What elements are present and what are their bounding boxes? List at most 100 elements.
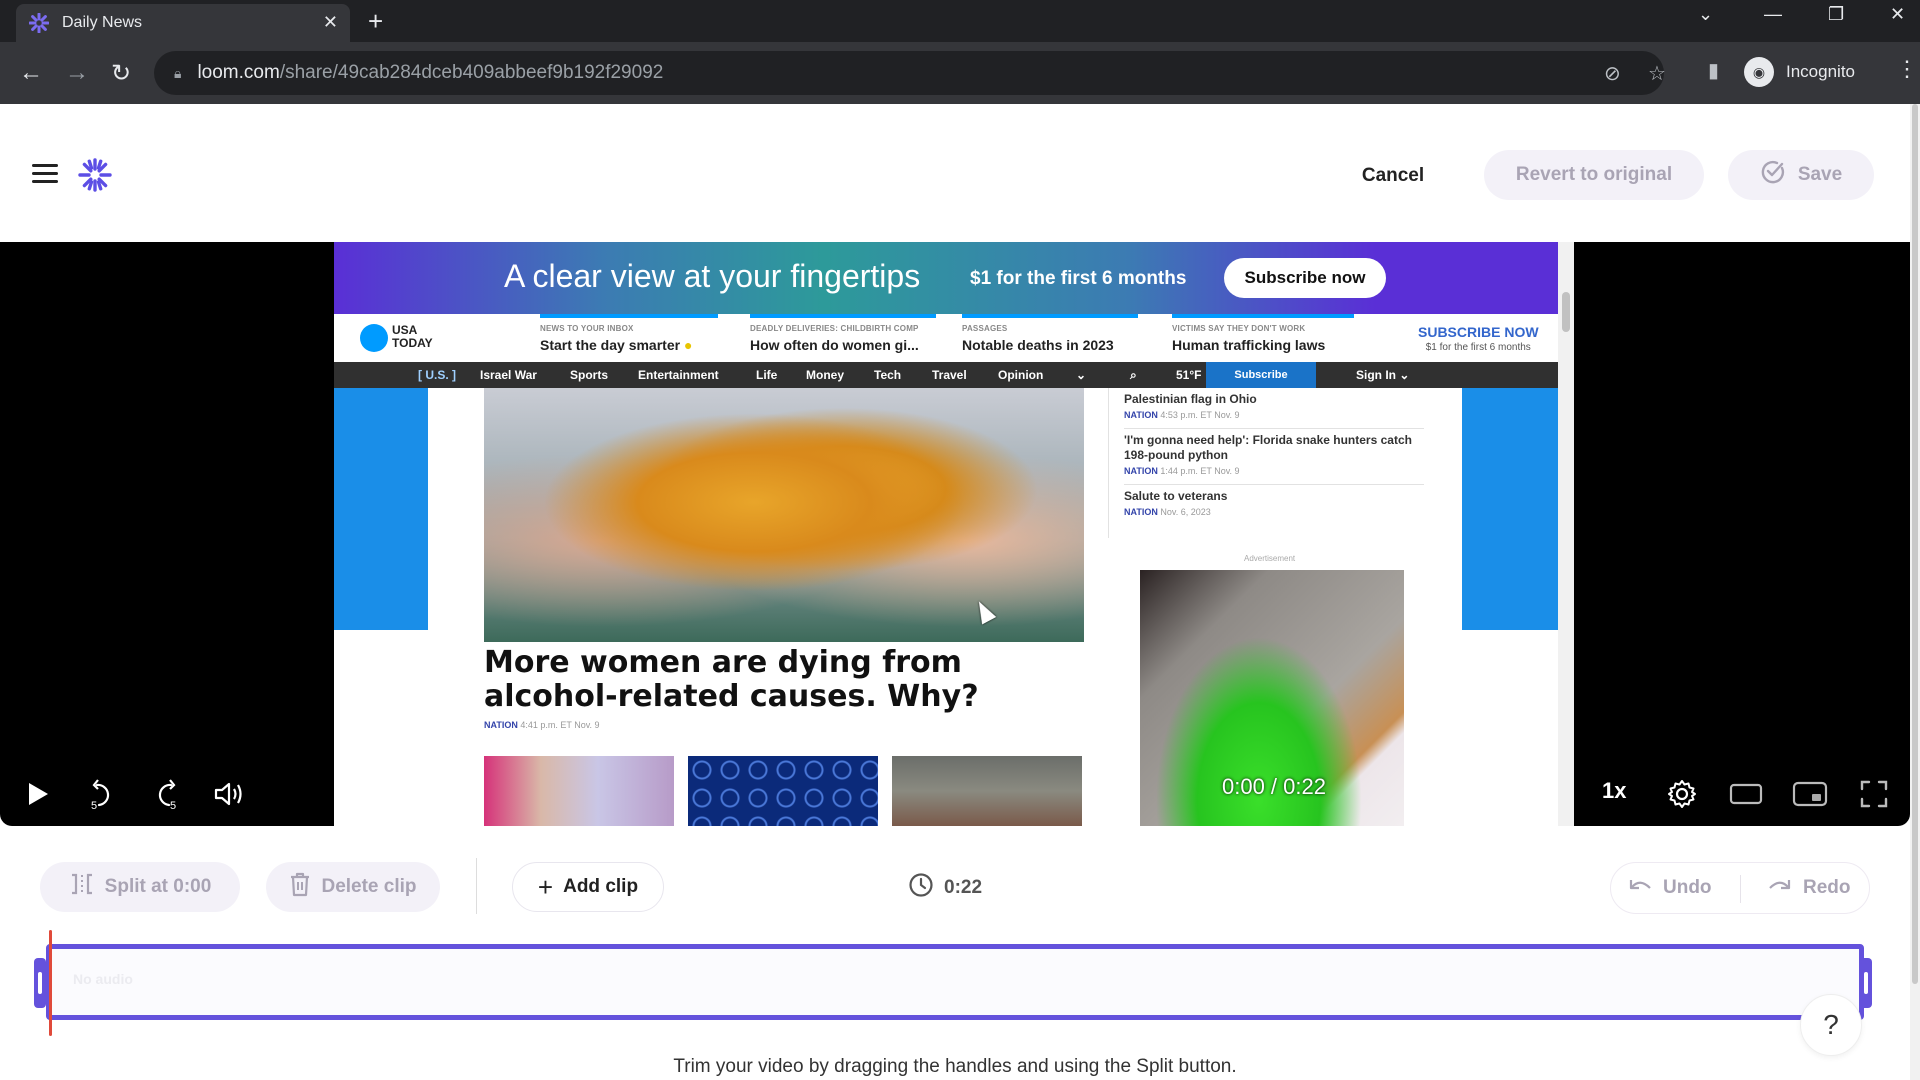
- thumbnail: [892, 756, 1082, 826]
- back-arrow-icon[interactable]: ←: [14, 56, 48, 90]
- news-nav: [ U.S. ] Israel War Sports Entertainment…: [334, 362, 1558, 388]
- divider: [1740, 875, 1741, 903]
- play-icon[interactable]: [16, 772, 60, 816]
- hamburger-menu-icon[interactable]: [32, 164, 58, 184]
- close-tab-icon[interactable]: ✕: [323, 12, 338, 33]
- incognito-label: Incognito: [1786, 62, 1855, 81]
- minimize-icon[interactable]: —: [1764, 4, 1782, 25]
- reload-icon[interactable]: ↻: [104, 56, 138, 90]
- redo-button[interactable]: Redo: [1767, 863, 1851, 913]
- timeline-clip[interactable]: No audio: [46, 944, 1864, 1020]
- undo-icon: [1627, 876, 1653, 900]
- redo-label: Redo: [1803, 877, 1851, 898]
- kebab-menu-icon[interactable]: ⋮: [1896, 56, 1918, 82]
- ad-rail-left: [334, 388, 428, 630]
- theater-mode-icon[interactable]: [1724, 772, 1768, 816]
- article-byline: NATION 4:41 p.m. ET Nov. 9: [484, 720, 600, 730]
- incognito-icon: ◉: [1744, 57, 1774, 87]
- address-bar[interactable]: 🔒︎ loom.com/share/49cab284dceb409abbeef9…: [154, 51, 1666, 95]
- revert-to-original-button[interactable]: Revert to original: [1484, 150, 1704, 200]
- rewind-5-icon[interactable]: 5: [80, 772, 124, 816]
- picture-in-picture-icon[interactable]: [1788, 772, 1832, 816]
- add-clip-button[interactable]: + Add clip: [512, 862, 664, 912]
- svg-text:5: 5: [91, 800, 97, 811]
- usa-today-wordmark: USA TODAY: [392, 323, 433, 350]
- browser-tab-bar: Daily News ✕ + ⌄ — ❐ ✕: [0, 0, 1920, 42]
- incognito-badge[interactable]: ◉ Incognito: [1744, 52, 1904, 92]
- news-signin: Sign In ⌄: [1356, 368, 1410, 382]
- masthead-item: DEADLY DELIVERIES: CHILDBIRTH COMP How o…: [750, 314, 936, 353]
- lock-icon: 🔒︎: [174, 64, 182, 81]
- news-nav-item: Opinion: [998, 368, 1044, 382]
- restore-icon[interactable]: ❐: [1828, 4, 1844, 25]
- fullscreen-icon[interactable]: [1852, 772, 1896, 816]
- trim-start-handle[interactable]: [34, 958, 46, 1008]
- side-story: Palestinian flag in Ohio NATION 4:53 p.m…: [1124, 388, 1424, 429]
- plus-icon: +: [537, 871, 554, 902]
- news-nav-item: [ U.S. ]: [418, 368, 456, 382]
- browser-toolbar: ← → ↻ 🔒︎ loom.com/share/49cab284dceb409a…: [0, 42, 1920, 104]
- split-button[interactable]: Split at 0:00: [40, 862, 240, 912]
- volume-icon[interactable]: [208, 772, 252, 816]
- news-chevron-icon: ⌄: [1076, 368, 1087, 382]
- forward-5-icon[interactable]: 5: [144, 772, 188, 816]
- trash-icon: [289, 871, 311, 903]
- split-icon: [69, 872, 95, 902]
- sun-icon: ●: [683, 337, 693, 353]
- ad-label: Advertisement: [1244, 554, 1296, 563]
- news-nav-item: Travel: [932, 368, 967, 382]
- masthead-item: VICTIMS SAY THEY DON'T WORK Human traffi…: [1172, 314, 1354, 353]
- page-scrollbar: [1558, 242, 1574, 826]
- forward-arrow-icon[interactable]: →: [60, 56, 94, 90]
- duration-value: 0:22: [944, 877, 983, 898]
- side-stories: Palestinian flag in Ohio NATION 4:53 p.m…: [1124, 388, 1424, 525]
- split-label: Split at 0:00: [104, 876, 212, 897]
- eye-off-icon[interactable]: ⊘: [1604, 61, 1621, 86]
- page-scrollbar[interactable]: [1910, 104, 1920, 1080]
- masthead-item: PASSAGES Notable deaths in 2023: [962, 314, 1138, 353]
- browser-tab[interactable]: Daily News ✕: [16, 4, 350, 42]
- video-frame: A clear view at your fingertips $1 for t…: [334, 242, 1574, 826]
- news-weather: 51°F: [1176, 368, 1202, 382]
- redo-icon: [1767, 876, 1793, 900]
- undo-label: Undo: [1663, 877, 1712, 898]
- ad-rail-right: [1462, 388, 1558, 630]
- cancel-button[interactable]: Cancel: [1338, 154, 1448, 198]
- save-button[interactable]: Save: [1728, 150, 1874, 200]
- window-close-icon[interactable]: ✕: [1890, 4, 1905, 25]
- trim-end-handle[interactable]: [1860, 958, 1872, 1008]
- article-headline: More women are dying from alcohol-relate…: [484, 645, 979, 714]
- usa-today-logo-icon: [360, 324, 388, 352]
- news-nav-item: Life: [756, 368, 778, 382]
- tab-search-icon[interactable]: ⌄: [1698, 4, 1713, 25]
- svg-text:5: 5: [170, 800, 176, 811]
- news-nav-item: Sports: [570, 368, 609, 382]
- promo-headline: A clear view at your fingertips: [504, 258, 921, 294]
- undo-button[interactable]: Undo: [1627, 863, 1712, 913]
- delete-clip-label: Delete clip: [321, 876, 417, 897]
- thumbnail: [688, 756, 878, 826]
- playhead[interactable]: [49, 930, 52, 1036]
- settings-gear-icon[interactable]: [1660, 772, 1704, 816]
- masthead-item: NEWS TO YOUR INBOX Start the day smarter…: [540, 314, 718, 353]
- video-player[interactable]: A clear view at your fingertips $1 for t…: [0, 242, 1910, 826]
- clip-duration: 0:22: [908, 872, 982, 904]
- promo-offer: $1 for the first 6 months: [970, 268, 1187, 289]
- divider: [1108, 388, 1109, 538]
- star-icon[interactable]: ☆: [1648, 61, 1666, 86]
- undo-redo-group: Undo Redo: [1610, 862, 1870, 914]
- side-panel-icon[interactable]: ▮: [1708, 58, 1719, 83]
- timeline-audio-label: No audio: [73, 971, 133, 987]
- new-tab-icon[interactable]: +: [368, 6, 383, 37]
- check-circle-icon: [1760, 159, 1786, 191]
- promo-subscribe-button: Subscribe now: [1224, 258, 1386, 298]
- loom-favicon-icon: [28, 12, 50, 34]
- news-nav-item: Entertainment: [638, 368, 719, 382]
- delete-clip-button[interactable]: Delete clip: [266, 862, 440, 912]
- side-story: Salute to veterans NATION Nov. 6, 2023: [1124, 489, 1228, 517]
- loom-logo-icon[interactable]: [78, 158, 112, 192]
- trim-hint: Trim your video by dragging the handles …: [673, 1056, 1237, 1077]
- playback-speed-button[interactable]: 1x: [1602, 778, 1626, 804]
- help-button[interactable]: ?: [1800, 994, 1862, 1056]
- promo-banner: A clear view at your fingertips $1 for t…: [334, 242, 1558, 314]
